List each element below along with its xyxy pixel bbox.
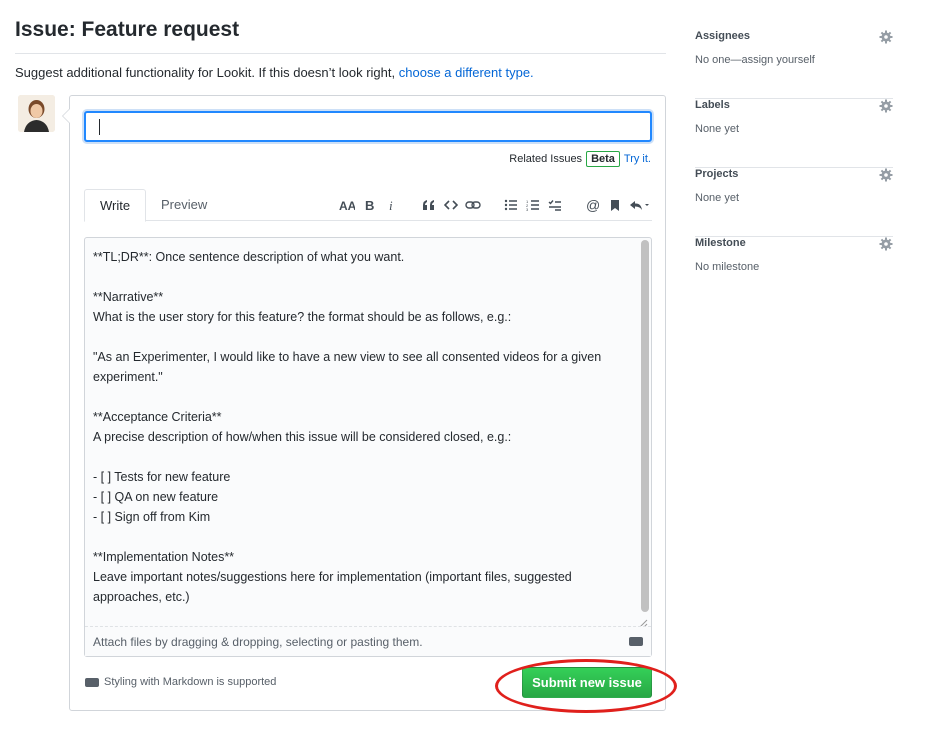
gear-icon[interactable]	[879, 99, 893, 113]
related-issues-label: Related Issues	[509, 153, 583, 165]
body-line: - [ ] Sign off from Kim	[93, 510, 211, 524]
try-it-link[interactable]: Try it.	[624, 153, 651, 165]
beta-badge: Beta	[586, 151, 620, 167]
body-line: - [ ] QA on new feature	[93, 490, 219, 504]
issue-title-input[interactable]	[84, 111, 652, 142]
attach-files-hint: Attach files by dragging & dropping, sel…	[93, 635, 423, 649]
sidebar-assignees: Assignees No one—assign yourself	[695, 30, 893, 99]
resize-handle-icon[interactable]	[639, 616, 648, 628]
text-size-icon[interactable]: AA	[336, 194, 358, 216]
new-issue-form: Related Issues Beta Try it. Write Previe…	[62, 95, 666, 711]
body-line: "As an Experimenter, I would like to hav…	[93, 350, 605, 384]
quote-icon[interactable]	[418, 194, 440, 216]
body-line: **Narrative**	[93, 290, 164, 304]
divider	[15, 53, 666, 54]
subtitle-text: Suggest additional functionality for Loo…	[15, 65, 396, 80]
body-line	[93, 387, 633, 407]
sidebar-value-assignees[interactable]: No one—assign yourself	[695, 54, 815, 66]
svg-text:i: i	[389, 199, 393, 211]
tab-preview[interactable]: Preview	[146, 189, 222, 222]
svg-text:@: @	[586, 198, 600, 212]
markdown-icon	[629, 637, 643, 646]
sidebar-heading-projects: Projects	[695, 168, 739, 180]
body-line	[93, 327, 633, 347]
text-caret	[99, 119, 100, 135]
choose-different-type-link[interactable]: choose a different type.	[399, 65, 534, 80]
sidebar-projects: Projects None yet	[695, 168, 893, 237]
svg-text:B: B	[365, 199, 374, 211]
markdown-support-text: Styling with Markdown is supported	[104, 676, 277, 688]
gear-icon[interactable]	[879, 30, 893, 44]
related-issues: Related Issues Beta Try it.	[509, 151, 651, 167]
sidebar-heading-assignees: Assignees	[695, 30, 751, 42]
issue-sidebar: Assignees No one—assign yourself Labels …	[695, 30, 893, 306]
issue-body-text: **TL;DR**: Once sentence description of …	[93, 247, 633, 607]
link-icon[interactable]	[462, 194, 484, 216]
sidebar-value-projects: None yet	[695, 192, 740, 204]
gear-icon[interactable]	[879, 237, 893, 251]
italic-icon[interactable]: i	[380, 194, 402, 216]
mention-icon[interactable]: @	[582, 194, 604, 216]
body-line: Leave important notes/suggestions here f…	[93, 570, 576, 604]
bookmark-icon[interactable]	[604, 194, 626, 216]
body-line: What is the user story for this feature?…	[93, 310, 512, 324]
bold-icon[interactable]: B	[358, 194, 380, 216]
highlight-annotation	[495, 659, 677, 713]
body-line	[93, 447, 633, 467]
reply-icon[interactable]	[626, 194, 652, 216]
markdown-toolbar: AA B i 123 @	[336, 189, 652, 221]
body-line: **TL;DR**: Once sentence description of …	[93, 250, 405, 264]
scrollbar[interactable]	[641, 240, 649, 615]
sidebar-value-labels: None yet	[695, 123, 740, 135]
markdown-support-note[interactable]: Styling with Markdown is supported	[85, 676, 276, 688]
body-line: **Implementation Notes**	[93, 550, 235, 564]
sidebar-labels: Labels None yet	[695, 99, 893, 168]
body-line: A precise description of how/when this i…	[93, 430, 512, 444]
ordered-list-icon[interactable]: 123	[522, 194, 544, 216]
code-icon[interactable]	[440, 194, 462, 216]
issue-type-description: Suggest additional functionality for Loo…	[15, 65, 534, 80]
gear-icon[interactable]	[879, 168, 893, 182]
body-line: - [ ] Tests for new feature	[93, 470, 231, 484]
sidebar-heading-labels: Labels	[695, 99, 730, 111]
tab-write[interactable]: Write	[84, 189, 147, 222]
body-line: **Acceptance Criteria**	[93, 410, 222, 424]
sidebar-milestone: Milestone No milestone	[695, 237, 893, 306]
svg-text:3: 3	[526, 207, 529, 211]
body-line	[93, 267, 633, 287]
scrollbar-thumb[interactable]	[641, 240, 649, 612]
markdown-icon	[85, 677, 99, 687]
attach-files-bar[interactable]: Attach files by dragging & dropping, sel…	[85, 626, 651, 656]
svg-text:AA: AA	[339, 199, 355, 211]
unordered-list-icon[interactable]	[500, 194, 522, 216]
task-list-icon[interactable]	[544, 194, 566, 216]
issue-body-textarea[interactable]: **TL;DR**: Once sentence description of …	[84, 237, 652, 657]
body-line	[93, 527, 633, 547]
avatar[interactable]	[18, 95, 55, 132]
editor-tabs: Write Preview AA B i 123 @	[84, 189, 652, 222]
sidebar-heading-milestone: Milestone	[695, 237, 746, 249]
page-title: Issue: Feature request	[15, 18, 240, 41]
sidebar-value-milestone: No milestone	[695, 261, 760, 273]
